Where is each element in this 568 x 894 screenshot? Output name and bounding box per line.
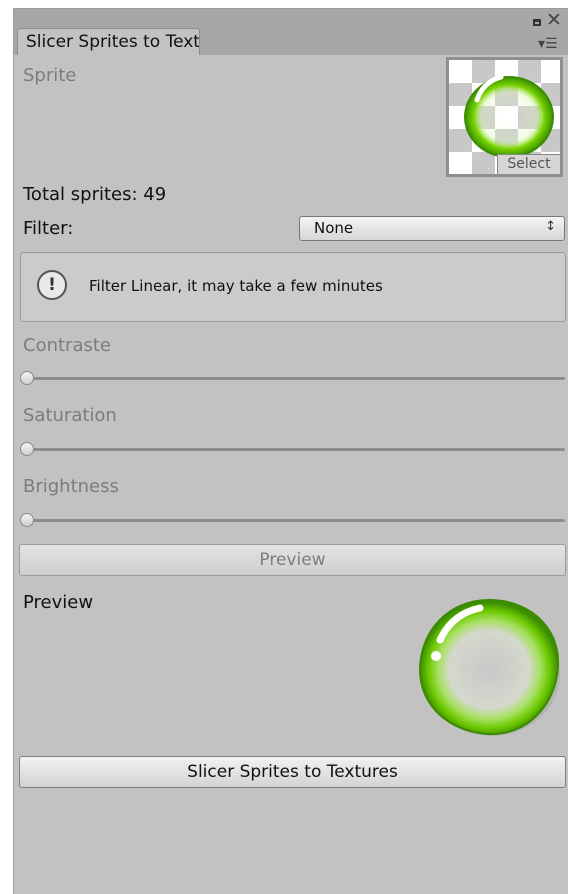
preview-label: Preview (23, 592, 94, 613)
slicer-sprites-button[interactable]: Slicer Sprites to Textures (19, 756, 566, 788)
brightness-slider-track[interactable] (26, 519, 565, 522)
filter-dropdown[interactable]: None ↕ (299, 216, 565, 241)
close-icon[interactable]: ✕ (546, 11, 562, 30)
saturation-slider-track[interactable] (26, 448, 565, 451)
brightness-label: Brightness (23, 476, 119, 497)
contrast-slider-thumb[interactable] (20, 371, 34, 385)
contrast-slider-track[interactable] (26, 377, 565, 380)
window-tab[interactable]: Slicer Sprites to Textures (17, 28, 200, 55)
filter-label: Filter: (23, 218, 74, 239)
sprite-select-button[interactable]: Select (497, 154, 560, 174)
editor-window: Slicer Sprites to Textures ✕ ▾☰ Sprite S… (13, 8, 568, 894)
preview-button[interactable]: Preview (19, 544, 566, 576)
saturation-slider-thumb[interactable] (20, 442, 34, 456)
maximize-icon[interactable] (533, 19, 541, 26)
help-box: ! Filter Linear, it may take a few minut… (20, 252, 566, 322)
total-sprites-label: Total sprites: 49 (23, 184, 167, 205)
brightness-slider-thumb[interactable] (20, 513, 34, 527)
contrast-label: Contraste (23, 335, 111, 356)
tab-bar: Slicer Sprites to Textures ✕ ▾☰ (14, 9, 568, 55)
preview-image (418, 598, 560, 736)
dropdown-arrows-icon: ↕ (545, 219, 556, 234)
help-message: Filter Linear, it may take a few minutes (89, 277, 383, 295)
info-icon: ! (37, 270, 67, 300)
sprite-label: Sprite (23, 65, 77, 86)
sprite-object-field[interactable]: Select (446, 57, 563, 177)
filter-selected-value: None (314, 219, 354, 237)
saturation-label: Saturation (23, 405, 117, 426)
menu-icon[interactable]: ▾☰ (538, 37, 558, 51)
